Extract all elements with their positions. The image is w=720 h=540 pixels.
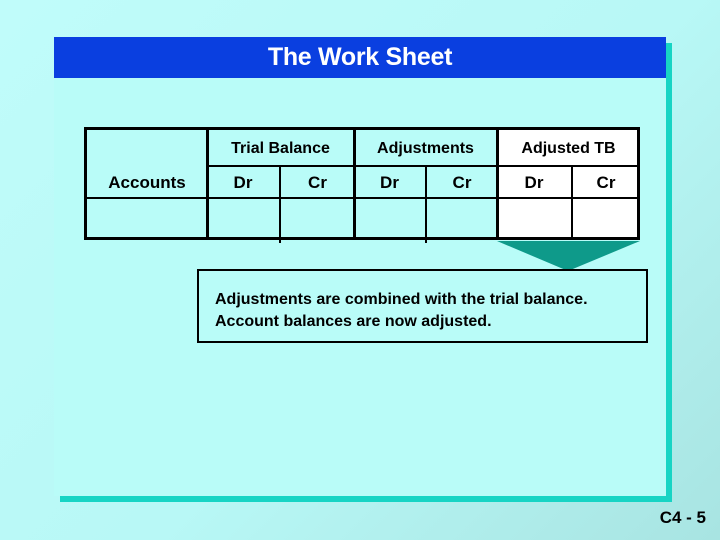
group-header-adjustments: Adjustments — [377, 140, 474, 157]
column-header-adj-dr: Dr — [380, 173, 399, 192]
table-border-top — [84, 127, 640, 130]
column-header-tb-cr: Cr — [308, 173, 327, 192]
column-header-tb-dr: Dr — [233, 173, 253, 192]
column-header-atb-cr: Cr — [596, 173, 616, 192]
row-separator — [84, 197, 640, 199]
table-border-bottom — [84, 237, 640, 240]
callout-line-1: Adjustments are combined with the trial … — [215, 291, 588, 308]
slide-number: C4 - 5 — [659, 508, 706, 527]
group-header-trial-balance: Trial Balance — [231, 140, 330, 157]
callout-box: Adjustments are combined with the trial … — [197, 269, 648, 343]
header-separator — [207, 165, 639, 167]
title-bar: The Work Sheet — [54, 37, 666, 78]
slide-title: The Work Sheet — [267, 43, 453, 71]
column-header-atb-dr: Dr — [524, 173, 544, 192]
slide-panel — [54, 37, 666, 496]
column-header-adj-cr: Cr — [452, 173, 472, 192]
group-header-adjusted-tb: Adjusted TB — [521, 140, 616, 157]
callout-line-2: Account balances are now adjusted. — [215, 313, 492, 330]
accounts-header: Accounts — [108, 173, 186, 192]
